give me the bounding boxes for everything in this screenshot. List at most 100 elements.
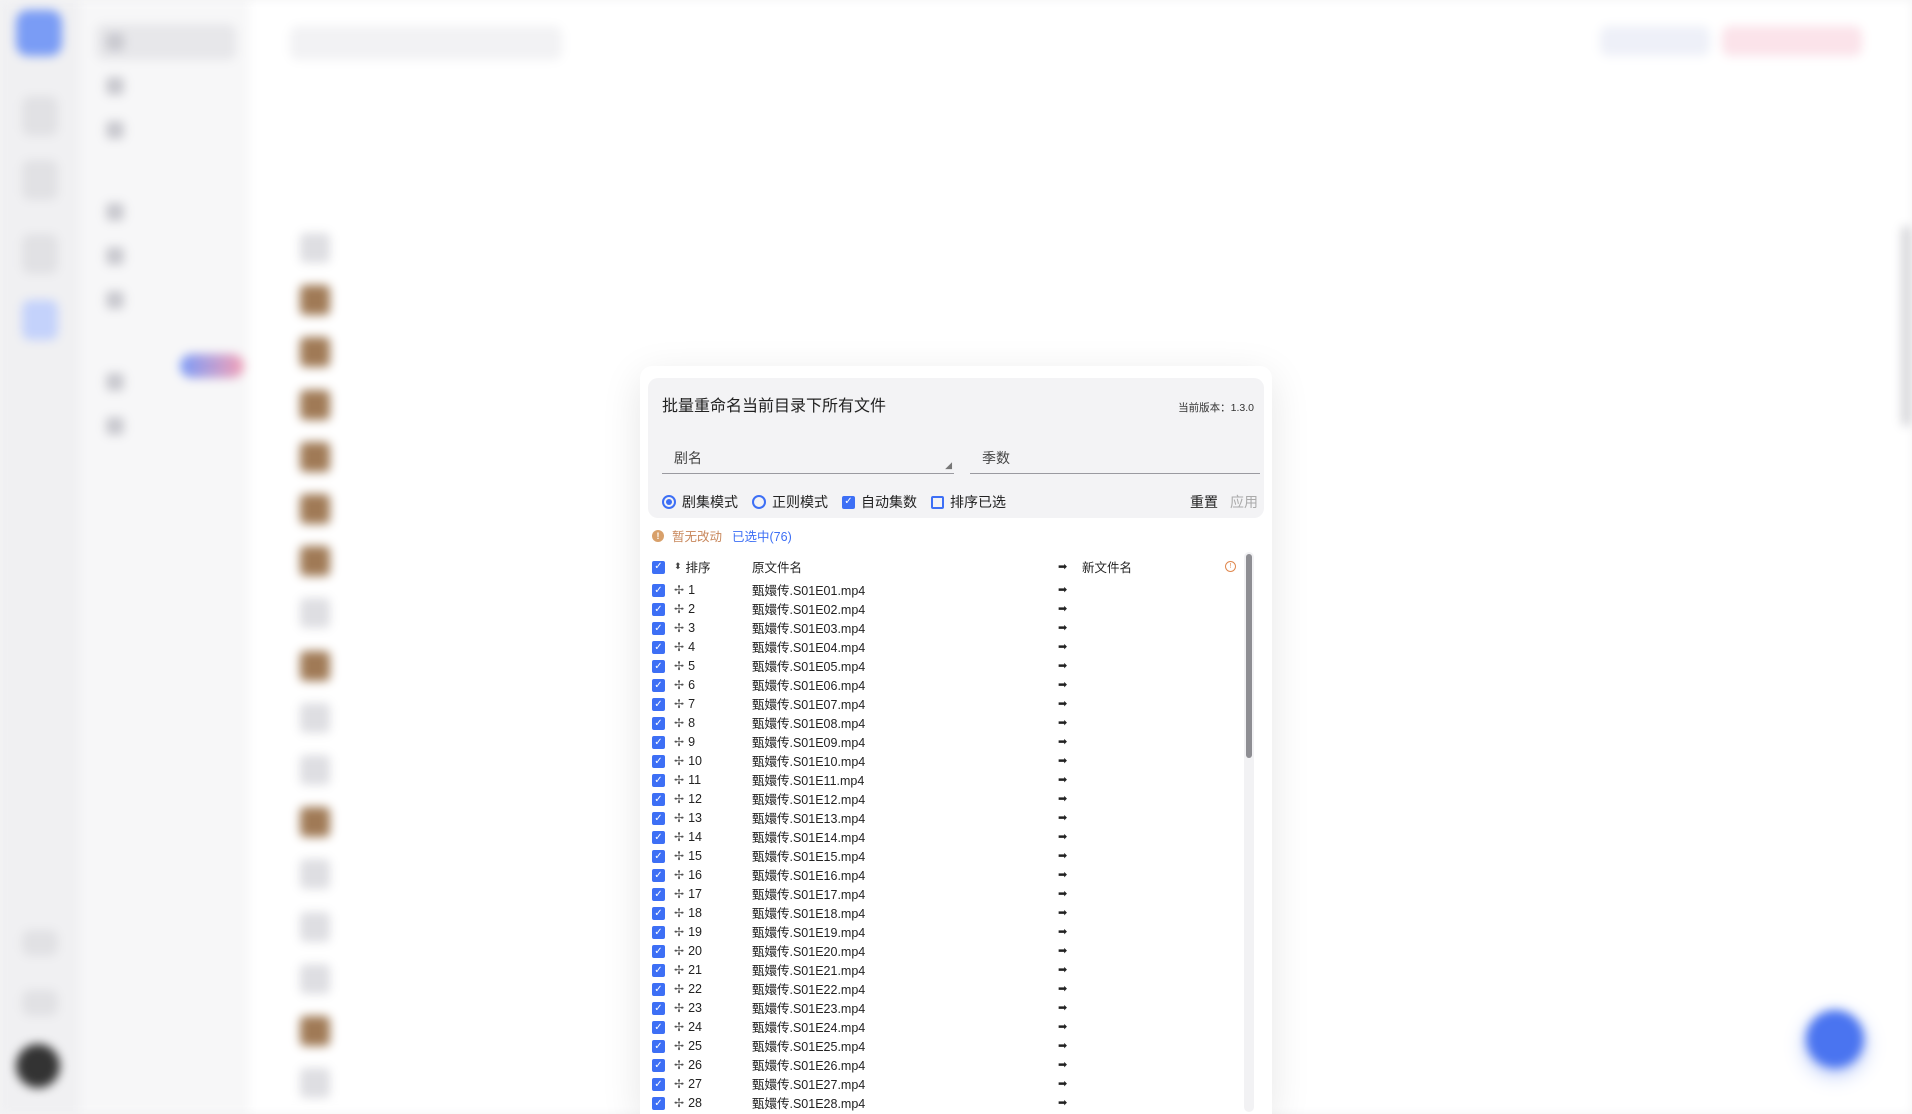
drag-handle-icon[interactable]: ✢: [674, 849, 684, 863]
row-checkbox[interactable]: ✓: [652, 983, 665, 997]
selected-count[interactable]: 已选中(76): [732, 526, 792, 545]
table-row[interactable]: ✓ ✢ 2 甄嬛传.S01E02.mp4 ➡: [652, 599, 1236, 618]
table-row[interactable]: ✓ ✢ 8 甄嬛传.S01E08.mp4 ➡: [652, 713, 1236, 732]
row-checkbox[interactable]: ✓: [652, 793, 665, 807]
table-row[interactable]: ✓ ✢ 18 甄嬛传.S01E18.mp4 ➡: [652, 903, 1236, 922]
table-row[interactable]: ✓ ✢ 5 甄嬛传.S01E05.mp4 ➡: [652, 656, 1236, 675]
resize-handle-icon[interactable]: ◢: [945, 460, 952, 471]
table-row[interactable]: ✓ ✢ 7 甄嬛传.S01E07.mp4 ➡: [652, 694, 1236, 713]
row-checkbox[interactable]: ✓: [652, 698, 665, 712]
season-field[interactable]: 季数: [970, 434, 1260, 474]
table-row[interactable]: ✓ ✢ 14 甄嬛传.S01E14.mp4 ➡: [652, 827, 1236, 846]
table-row[interactable]: ✓ ✢ 11 甄嬛传.S01E11.mp4 ➡: [652, 770, 1236, 789]
drag-handle-icon[interactable]: ✢: [674, 1001, 684, 1015]
table-row[interactable]: ✓ ✢ 28 甄嬛传.S01E28.mp4 ➡: [652, 1093, 1236, 1112]
drag-handle-icon[interactable]: ✢: [674, 925, 684, 939]
table-row[interactable]: ✓ ✢ 21 甄嬛传.S01E21.mp4 ➡: [652, 960, 1236, 979]
table-row[interactable]: ✓ ✢ 20 甄嬛传.S01E20.mp4 ➡: [652, 941, 1236, 960]
table-row[interactable]: ✓ ✢ 12 甄嬛传.S01E12.mp4 ➡: [652, 789, 1236, 808]
apply-button[interactable]: 应用: [1230, 492, 1258, 512]
check-icon[interactable]: ✓: [842, 495, 855, 509]
regex-mode-radio[interactable]: 正则模式: [752, 492, 828, 512]
row-checkbox[interactable]: ✓: [652, 736, 665, 750]
drag-handle-icon[interactable]: ✢: [674, 963, 684, 977]
radio-checked-icon[interactable]: [662, 495, 676, 509]
reset-button[interactable]: 重置: [1190, 492, 1218, 512]
drag-handle-icon[interactable]: ✢: [674, 735, 684, 749]
row-checkbox[interactable]: ✓: [652, 1078, 665, 1092]
auto-episode-checkbox[interactable]: ✓ 自动集数: [842, 492, 917, 512]
sort-icon[interactable]: ⬍: [674, 561, 682, 572]
radio-unchecked-icon[interactable]: [752, 495, 766, 509]
drag-handle-icon[interactable]: ✢: [674, 773, 684, 787]
row-checkbox[interactable]: ✓: [652, 831, 665, 845]
row-checkbox[interactable]: ✓: [652, 945, 665, 959]
select-all-checkbox[interactable]: ✓: [652, 560, 665, 574]
table-row[interactable]: ✓ ✢ 15 甄嬛传.S01E15.mp4 ➡: [652, 846, 1236, 865]
row-checkbox[interactable]: ✓: [652, 1040, 665, 1054]
table-row[interactable]: ✓ ✢ 25 甄嬛传.S01E25.mp4 ➡: [652, 1036, 1236, 1055]
drag-handle-icon[interactable]: ✢: [674, 754, 684, 768]
row-checkbox[interactable]: ✓: [652, 603, 665, 617]
drag-handle-icon[interactable]: ✢: [674, 1039, 684, 1053]
checkbox-empty-icon[interactable]: [931, 495, 944, 509]
table-row[interactable]: ✓ ✢ 23 甄嬛传.S01E23.mp4 ➡: [652, 998, 1236, 1017]
drag-handle-icon[interactable]: ✢: [674, 906, 684, 920]
row-checkbox[interactable]: ✓: [652, 755, 665, 769]
table-row[interactable]: ✓ ✢ 13 甄嬛传.S01E13.mp4 ➡: [652, 808, 1236, 827]
info-icon[interactable]: !: [1225, 560, 1236, 572]
table-row[interactable]: ✓ ✢ 22 甄嬛传.S01E22.mp4 ➡: [652, 979, 1236, 998]
drag-handle-icon[interactable]: ✢: [674, 1096, 684, 1110]
drag-handle-icon[interactable]: ✢: [674, 659, 684, 673]
table-row[interactable]: ✓ ✢ 6 甄嬛传.S01E06.mp4 ➡: [652, 675, 1236, 694]
row-checkbox[interactable]: ✓: [652, 1002, 665, 1016]
episode-mode-radio[interactable]: 剧集模式: [662, 492, 738, 512]
drag-handle-icon[interactable]: ✢: [674, 792, 684, 806]
drag-handle-icon[interactable]: ✢: [674, 1077, 684, 1091]
row-checkbox[interactable]: ✓: [652, 888, 665, 902]
drag-handle-icon[interactable]: ✢: [674, 640, 684, 654]
row-checkbox[interactable]: ✓: [652, 774, 665, 788]
table-row[interactable]: ✓ ✢ 19 甄嬛传.S01E19.mp4 ➡: [652, 922, 1236, 941]
table-row[interactable]: ✓ ✢ 1 甄嬛传.S01E01.mp4 ➡: [652, 580, 1236, 599]
drag-handle-icon[interactable]: ✢: [674, 944, 684, 958]
drag-handle-icon[interactable]: ✢: [674, 716, 684, 730]
order-column-header[interactable]: ⬍ 排序: [674, 557, 752, 576]
drag-handle-icon[interactable]: ✢: [674, 621, 684, 635]
row-checkbox[interactable]: ✓: [652, 717, 665, 731]
scrollbar-thumb[interactable]: [1246, 554, 1252, 758]
drag-handle-icon[interactable]: ✢: [674, 602, 684, 616]
row-checkbox[interactable]: ✓: [652, 584, 665, 598]
table-row[interactable]: ✓ ✢ 3 甄嬛传.S01E03.mp4 ➡: [652, 618, 1236, 637]
row-checkbox[interactable]: ✓: [652, 964, 665, 978]
row-checkbox[interactable]: ✓: [652, 1021, 665, 1035]
table-row[interactable]: ✓ ✢ 16 甄嬛传.S01E16.mp4 ➡: [652, 865, 1236, 884]
table-row[interactable]: ✓ ✢ 17 甄嬛传.S01E17.mp4 ➡: [652, 884, 1236, 903]
sort-selected-checkbox[interactable]: 排序已选: [931, 492, 1006, 512]
drag-handle-icon[interactable]: ✢: [674, 887, 684, 901]
table-row[interactable]: ✓ ✢ 4 甄嬛传.S01E04.mp4 ➡: [652, 637, 1236, 656]
drag-handle-icon[interactable]: ✢: [674, 830, 684, 844]
table-row[interactable]: ✓ ✢ 10 甄嬛传.S01E10.mp4 ➡: [652, 751, 1236, 770]
row-checkbox[interactable]: ✓: [652, 926, 665, 940]
drag-handle-icon[interactable]: ✢: [674, 697, 684, 711]
row-checkbox[interactable]: ✓: [652, 907, 665, 921]
table-row[interactable]: ✓ ✢ 27 甄嬛传.S01E27.mp4 ➡: [652, 1074, 1236, 1093]
row-checkbox[interactable]: ✓: [652, 1059, 665, 1073]
row-checkbox[interactable]: ✓: [652, 812, 665, 826]
row-checkbox[interactable]: ✓: [652, 622, 665, 636]
drag-handle-icon[interactable]: ✢: [674, 678, 684, 692]
row-checkbox[interactable]: ✓: [652, 850, 665, 864]
drag-handle-icon[interactable]: ✢: [674, 811, 684, 825]
drag-handle-icon[interactable]: ✢: [674, 1020, 684, 1034]
drag-handle-icon[interactable]: ✢: [674, 868, 684, 882]
table-row[interactable]: ✓ ✢ 24 甄嬛传.S01E24.mp4 ➡: [652, 1017, 1236, 1036]
drag-handle-icon[interactable]: ✢: [674, 1058, 684, 1072]
row-checkbox[interactable]: ✓: [652, 660, 665, 674]
table-row[interactable]: ✓ ✢ 9 甄嬛传.S01E09.mp4 ➡: [652, 732, 1236, 751]
table-row[interactable]: ✓ ✢ 26 甄嬛传.S01E26.mp4 ➡: [652, 1055, 1236, 1074]
row-checkbox[interactable]: ✓: [652, 679, 665, 693]
drag-handle-icon[interactable]: ✢: [674, 583, 684, 597]
row-checkbox[interactable]: ✓: [652, 641, 665, 655]
row-checkbox[interactable]: ✓: [652, 869, 665, 883]
